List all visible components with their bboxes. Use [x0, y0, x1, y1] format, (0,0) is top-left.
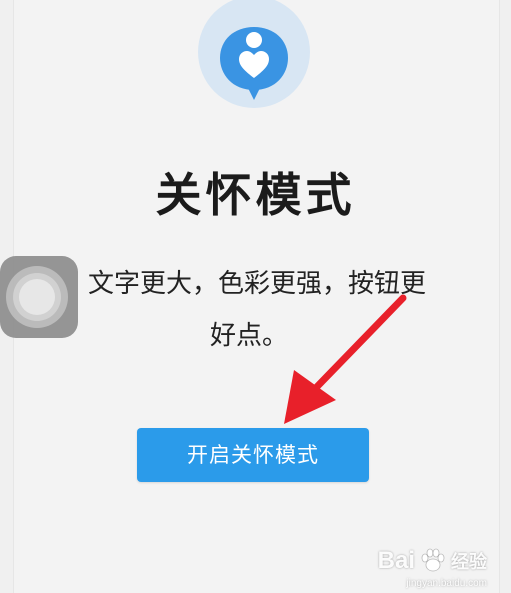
assistive-touch-core	[19, 279, 55, 315]
care-heart-icon	[198, 0, 310, 108]
assistive-touch-button[interactable]	[0, 256, 78, 338]
page-title: 关怀模式	[155, 168, 356, 222]
watermark-brand: Bai	[377, 547, 415, 574]
watermark-product: 经验	[451, 552, 487, 572]
description-line-2: 好点。	[210, 321, 289, 351]
baidu-paw-icon	[421, 548, 445, 572]
care-mode-logo	[198, 0, 310, 110]
enable-care-mode-button[interactable]: 开启关怀模式	[137, 428, 369, 482]
baidu-jingyan-watermark: Bai 经验 jingyan.baidu.com	[377, 547, 487, 589]
description-line-1: 文字更大，色彩更强，按钮更	[87, 269, 426, 299]
watermark-url: jingyan.baidu.com	[406, 578, 487, 589]
page-description: 文字更大，色彩更强，按钮更 好点。	[72, 258, 442, 362]
